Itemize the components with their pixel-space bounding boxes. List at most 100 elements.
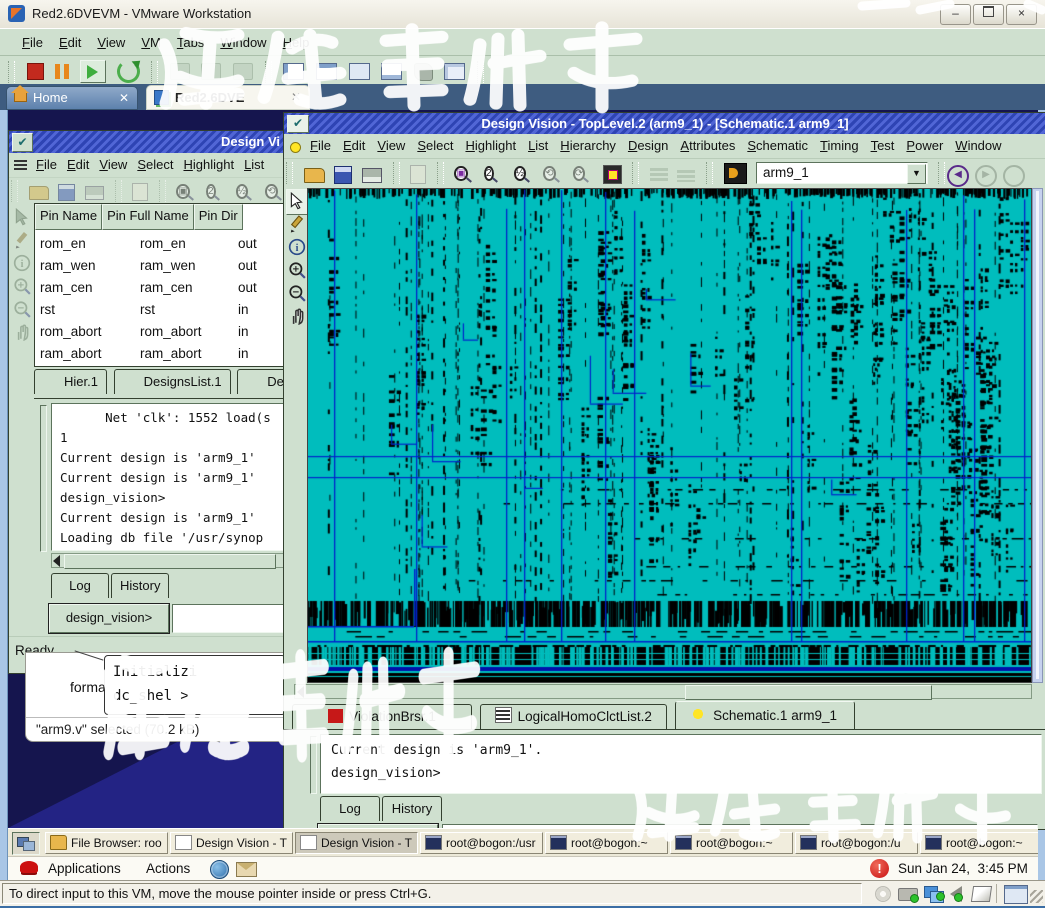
vmware-menu-item[interactable]: VM	[141, 29, 161, 56]
log-output[interactable]: Net 'clk': 1552 load(s1Current design is…	[51, 403, 284, 551]
snapshot-icon[interactable]	[170, 63, 190, 80]
dv-back-menu-item[interactable]: Edit	[67, 153, 89, 177]
save-icon[interactable]	[58, 184, 75, 201]
dv-front-menu-item[interactable]: Timing	[820, 134, 859, 158]
combo-dropdown-icon[interactable]: ▼	[907, 164, 926, 184]
paste-icon[interactable]	[410, 165, 426, 184]
pin-table-header-cell[interactable]: Pin Full Name	[102, 204, 194, 230]
unity-view-icon[interactable]	[349, 63, 370, 80]
tab-vm-close-icon[interactable]: ✕	[291, 86, 301, 109]
dv-back-titlebar[interactable]: ✔ Design Vi	[9, 131, 286, 153]
zoom-in-icon[interactable]	[288, 261, 306, 279]
sound-icon[interactable]	[950, 886, 962, 902]
vmware-menu-item[interactable]: Help	[283, 29, 310, 56]
redhat-icon[interactable]	[20, 861, 38, 873]
pan-icon[interactable]	[288, 307, 306, 325]
zoom-full-icon[interactable]: ▣	[454, 164, 474, 184]
zoom-2x-icon[interactable]: 2	[484, 164, 504, 184]
dv-front-titlebar[interactable]: ✔ Design Vision - TopLevel.2 (arm9_1) - …	[284, 113, 1045, 134]
select-icon[interactable]	[13, 208, 31, 226]
zoom-in-icon[interactable]	[13, 277, 31, 295]
capture-icon[interactable]	[444, 63, 465, 80]
tab-home-close-icon[interactable]: ✕	[119, 87, 129, 109]
print-icon[interactable]	[85, 186, 104, 200]
message-icon[interactable]	[1004, 885, 1028, 904]
fullscreen-icon[interactable]	[381, 63, 402, 80]
log-tab[interactable]: History	[382, 796, 442, 821]
log-output[interactable]: Current design is 'arm9_1'.design_vision…	[320, 734, 1042, 794]
save-icon[interactable]	[334, 166, 352, 184]
log-tab[interactable]: Log	[320, 796, 380, 821]
view-tab[interactable]: ViolationBrsr.1	[292, 704, 472, 729]
info-icon[interactable]: i	[13, 254, 31, 272]
taskbar-button[interactable]: root@bogon:/usr	[420, 832, 543, 854]
taskbar-button[interactable]: root@bogon:~	[920, 832, 1038, 854]
stop-icon[interactable]	[27, 63, 44, 80]
zoom-half-icon[interactable]: ½	[514, 164, 534, 184]
forward-icon[interactable]: ▶	[975, 165, 997, 187]
draw-icon[interactable]	[13, 231, 31, 249]
schematic-canvas[interactable]	[308, 189, 1031, 682]
taskbar-button[interactable]: Design Vision - T	[170, 832, 293, 854]
scroll-left-arrow-icon[interactable]	[297, 686, 304, 698]
dv-front-menu-item[interactable]: Select	[417, 134, 453, 158]
dv-back-menu-item[interactable]: View	[99, 153, 127, 177]
zoom-full-icon[interactable]: ▣	[176, 182, 196, 202]
tab-red26dvevm[interactable]: Red2.6DVE ✕	[146, 85, 310, 110]
redo-zoom-icon[interactable]: ⟳	[573, 164, 593, 184]
open-icon[interactable]	[304, 168, 325, 183]
tab-home[interactable]: Home ✕	[6, 86, 138, 110]
print-icon[interactable]	[362, 168, 382, 183]
pin-table-header-cell[interactable]: Pin Name	[35, 204, 102, 230]
pan-icon[interactable]	[13, 323, 31, 341]
table-row[interactable]: ram_wenram_wenout	[35, 255, 285, 277]
log-splitter[interactable]	[310, 736, 317, 794]
taskbar-button[interactable]: root@bogon:~	[545, 832, 668, 854]
maximize-button[interactable]	[973, 4, 1004, 25]
design-vision-schematic-window[interactable]: ✔ Design Vision - TopLevel.2 (arm9_1) - …	[283, 112, 1045, 830]
zoom-selected-icon[interactable]	[603, 165, 622, 184]
log-tab[interactable]: Log	[51, 573, 109, 598]
select-icon[interactable]	[288, 192, 306, 210]
vmware-menu-item[interactable]: View	[97, 29, 125, 56]
table-row[interactable]: rstrstin	[35, 299, 285, 321]
dv-back-menu-item[interactable]: Highlight	[183, 153, 234, 177]
push-down-icon[interactable]	[650, 168, 668, 182]
applications-menu[interactable]: Applications	[48, 857, 121, 880]
table-row[interactable]: rom_enrom_enout	[35, 233, 285, 255]
and-gate-icon[interactable]	[724, 163, 747, 184]
dv-front-menu-item[interactable]: View	[377, 134, 405, 158]
log-tab[interactable]: History	[111, 573, 169, 598]
browser-globe-icon[interactable]	[210, 860, 229, 879]
vmware-menu-item[interactable]: Tabs	[177, 29, 204, 56]
show-sidebar-icon[interactable]	[283, 63, 304, 80]
schematic-vscrollbar[interactable]	[1032, 188, 1043, 683]
draw-icon[interactable]	[288, 215, 306, 233]
window-menu-button[interactable]: ✔	[12, 133, 33, 152]
dv-front-menu-item[interactable]: List	[528, 134, 548, 158]
table-row[interactable]: ram_cenram_cenout	[35, 277, 285, 299]
dv-front-menu-item[interactable]: Attributes	[680, 134, 735, 158]
open-icon[interactable]	[29, 186, 49, 200]
taskbar-button[interactable]: root@bogon:/u	[795, 832, 918, 854]
back-icon[interactable]: ◀	[947, 165, 969, 187]
dv-back-menu-item[interactable]: File	[36, 153, 57, 177]
zoom-out-icon[interactable]	[288, 284, 306, 302]
list-menu-icon[interactable]	[14, 160, 27, 170]
paste-icon[interactable]	[132, 183, 148, 201]
log-hscrollbar[interactable]	[51, 553, 284, 568]
harddisk-icon[interactable]	[898, 888, 918, 901]
info-icon[interactable]: i	[288, 238, 306, 256]
undo-zoom-icon[interactable]: ⟲	[543, 164, 563, 184]
alert-icon[interactable]: !	[870, 859, 889, 878]
dv-front-menu-item[interactable]: Edit	[343, 134, 365, 158]
view-tab[interactable]: DesignsList.1	[114, 369, 231, 394]
email-icon[interactable]	[236, 862, 257, 877]
command-input[interactable]	[172, 604, 287, 633]
pause-icon[interactable]	[55, 64, 69, 79]
vmware-menu-item[interactable]: Window	[220, 29, 266, 56]
zoom-half-icon[interactable]: ½	[236, 182, 256, 202]
taskbar-button[interactable]: File Browser: roo	[45, 832, 168, 854]
log-splitter[interactable]	[40, 405, 47, 552]
workspace-switcher[interactable]	[12, 832, 40, 855]
